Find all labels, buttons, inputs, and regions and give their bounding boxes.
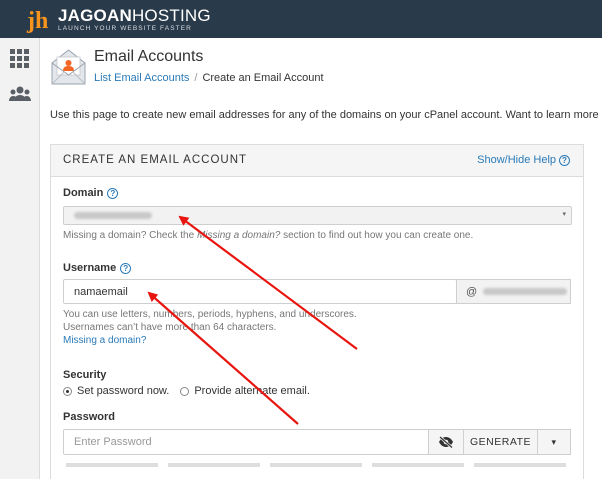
brand-logo[interactable]: jh JAGOANHOSTING LAUNCH YOUR WEBSITE FAS… xyxy=(26,4,211,35)
missing-domain-link[interactable]: Missing a domain? xyxy=(63,335,146,346)
toggle-password-visibility-button[interactable] xyxy=(428,429,464,455)
username-input-value: namaemail xyxy=(74,285,128,298)
username-help-icon[interactable]: ? xyxy=(120,262,132,274)
panel-header: CREATE AN EMAIL ACCOUNT Show/Hide Help ? xyxy=(51,145,583,177)
email-accounts-icon xyxy=(50,47,87,87)
help-question-icon: ? xyxy=(559,154,570,166)
create-email-panel: CREATE AN EMAIL ACCOUNT Show/Hide Help ?… xyxy=(50,144,584,479)
domain-hint-pre: Missing a domain? Check the xyxy=(63,230,197,241)
domain-label-text: Domain xyxy=(63,187,104,199)
strength-segment xyxy=(372,463,464,467)
breadcrumb: List Email Accounts / Create an Email Acco… xyxy=(94,72,324,84)
domain-label: Domain ? xyxy=(63,187,119,199)
breadcrumb-separator: / xyxy=(194,72,198,84)
panel-title: CREATE AN EMAIL ACCOUNT xyxy=(63,154,248,166)
page-intro-text: Use this page to create new email addres… xyxy=(50,109,599,121)
alternate-email-label[interactable]: Provide alternate email. xyxy=(194,385,310,397)
svg-text:jh: jh xyxy=(26,8,48,34)
brand-name-light: HOSTING xyxy=(131,6,211,25)
top-header: jh JAGOANHOSTING LAUNCH YOUR WEBSITE FAS… xyxy=(0,0,602,38)
password-input[interactable]: Enter Password xyxy=(63,429,429,455)
brand-name-bold: JAGOAN xyxy=(58,6,132,25)
username-hint: You can use letters, numbers, periods, h… xyxy=(63,308,357,347)
show-hide-help-link[interactable]: Show/Hide Help ? xyxy=(477,154,570,166)
username-hint-line-2: Usernames can’t have more than 64 charac… xyxy=(63,322,277,333)
page-title: Email Accounts xyxy=(94,48,204,65)
grid-icon[interactable] xyxy=(9,48,31,70)
domain-hint: Missing a domain? Check the Missing a do… xyxy=(63,229,473,242)
generate-options-dropdown-button[interactable]: ▾ xyxy=(537,429,571,455)
security-label: Security xyxy=(63,369,107,381)
username-label-text: Username xyxy=(63,262,117,274)
username-domain-addon: @ xyxy=(456,279,571,304)
alternate-email-radio[interactable] xyxy=(180,386,190,396)
breadcrumb-current: Create an Email Account xyxy=(202,72,324,84)
strength-segment xyxy=(66,463,158,467)
domain-hint-post: section to find out how you can create o… xyxy=(280,230,474,241)
set-password-radio[interactable] xyxy=(63,386,72,396)
brand-tagline: LAUNCH YOUR WEBSITE FASTER xyxy=(58,25,192,32)
select-caret-icon: ▾ xyxy=(562,211,566,218)
username-domain-redacted xyxy=(483,288,568,295)
username-hint-line-1: You can use letters, numbers, periods, h… xyxy=(63,309,357,320)
password-placeholder: Enter Password xyxy=(74,436,152,448)
brand-mark-icon: jh xyxy=(26,4,56,34)
generate-password-button[interactable]: GENERATE xyxy=(463,429,538,455)
domain-hint-em: Missing a domain? xyxy=(196,230,281,241)
users-icon[interactable] xyxy=(9,84,31,106)
domain-select[interactable]: ▾ xyxy=(63,206,572,225)
strength-segment xyxy=(168,463,260,467)
left-sidebar xyxy=(0,38,40,479)
chevron-down-icon: ▾ xyxy=(551,436,557,447)
set-password-label[interactable]: Set password now. xyxy=(77,385,169,397)
domain-value-redacted xyxy=(74,212,152,219)
security-options: Set password now. Provide alternate emai… xyxy=(63,385,310,397)
strength-segment xyxy=(474,463,566,467)
breadcrumb-list-email-accounts[interactable]: List Email Accounts xyxy=(94,72,189,84)
username-input[interactable]: namaemail xyxy=(63,279,457,304)
domain-help-icon[interactable]: ? xyxy=(107,187,119,199)
password-label: Password xyxy=(63,411,115,423)
username-at-symbol: @ xyxy=(466,285,478,298)
username-label: Username ? xyxy=(63,262,132,274)
eye-slash-icon xyxy=(439,436,453,448)
show-hide-help-label: Show/Hide Help xyxy=(477,154,556,166)
strength-segment xyxy=(270,463,362,467)
